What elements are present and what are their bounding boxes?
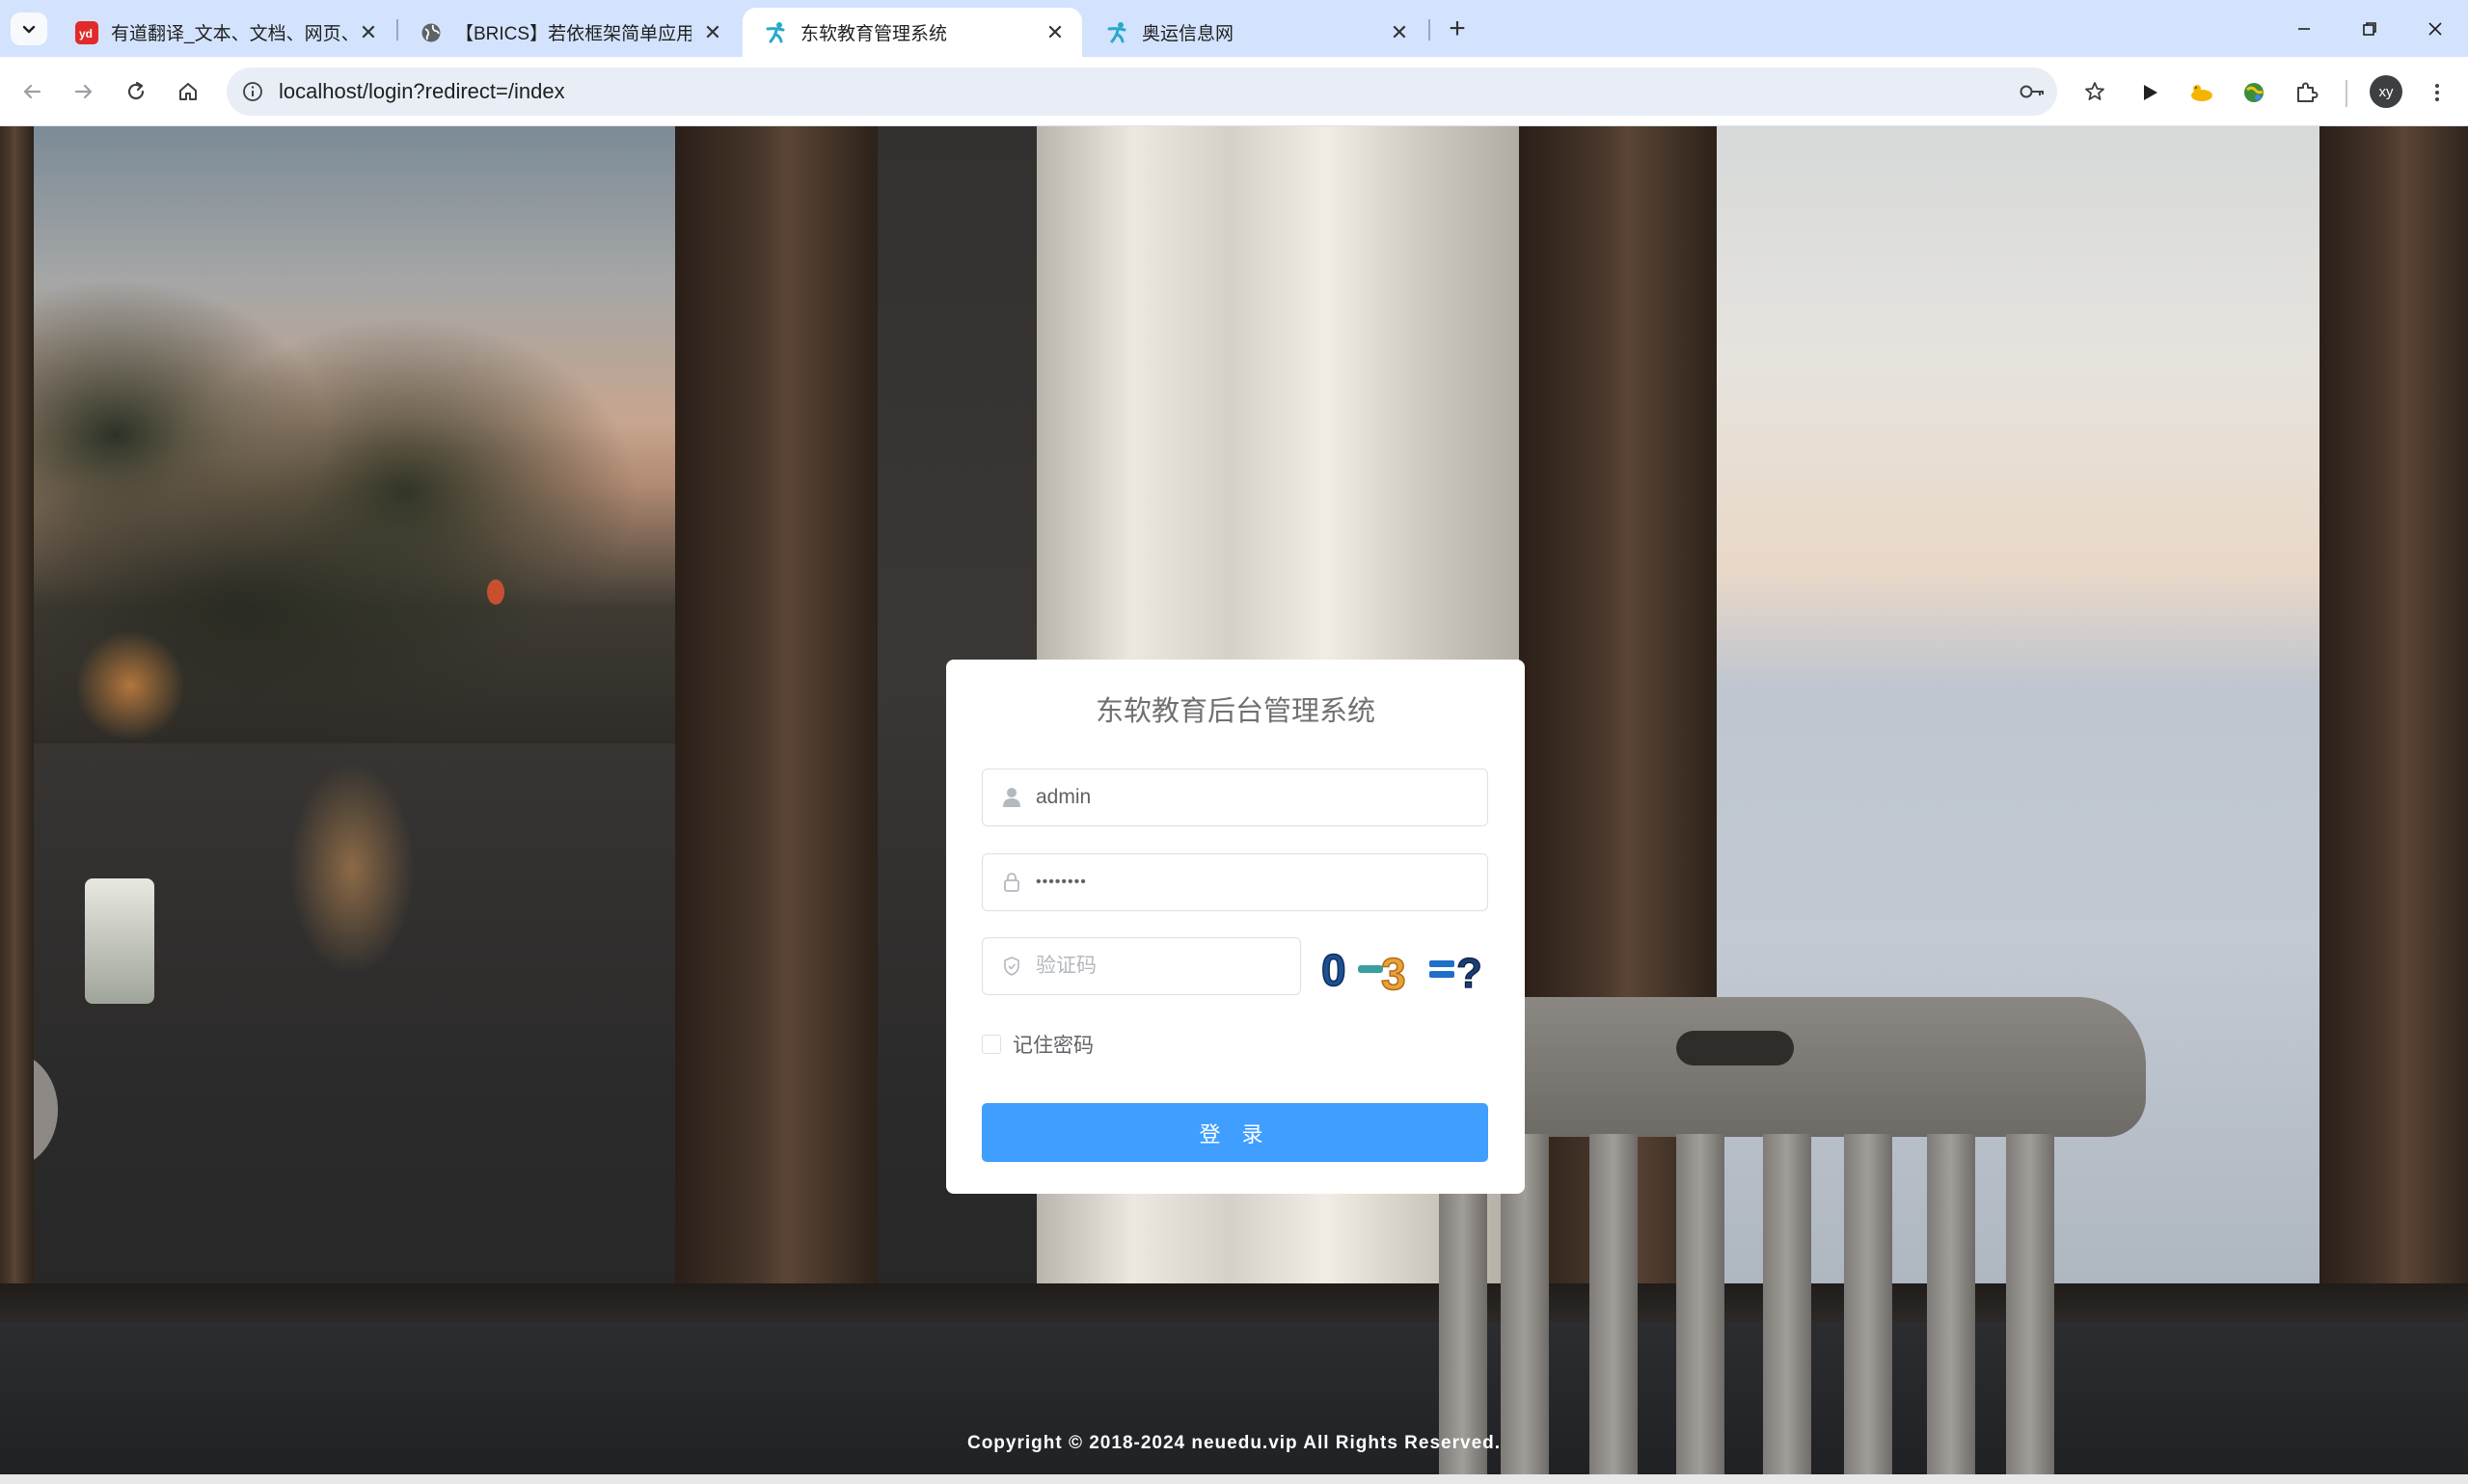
profile-avatar[interactable]: xy (2370, 75, 2402, 108)
svg-text:yd: yd (79, 27, 93, 40)
svg-text:3: 3 (1381, 949, 1406, 997)
site-info-icon[interactable] (238, 77, 267, 106)
tab-title: 奥运信息网 (1142, 24, 1234, 44)
close-icon[interactable]: ✕ (699, 19, 726, 46)
remember-label: 记住密码 (1013, 1035, 1094, 1057)
url-text[interactable]: localhost/login?redirect=/index (279, 67, 565, 116)
shield-icon (1000, 955, 1023, 978)
close-icon[interactable]: ✕ (1386, 19, 1413, 46)
window-frame (675, 126, 878, 1322)
background-light (77, 628, 183, 743)
tab-title: 【BRICS】若依框架简单应用 | (455, 24, 692, 44)
chair-slat (1927, 1134, 1975, 1474)
background-light (487, 580, 504, 605)
back-button[interactable] (12, 71, 52, 112)
toolbar-separator (2346, 80, 2347, 107)
extension-globe-icon[interactable] (2236, 74, 2272, 111)
username-value: admin (1036, 786, 1092, 808)
chevron-down-icon (22, 25, 36, 34)
chair-slat (1844, 1134, 1892, 1474)
login-button[interactable]: 登 录 (982, 1103, 1488, 1162)
window-frame (2319, 126, 2468, 1322)
user-icon (1000, 786, 1023, 809)
background-chair-reflection (289, 763, 415, 975)
password-field[interactable]: •••••••• (982, 853, 1488, 911)
address-bar[interactable]: localhost/login?redirect=/index (227, 67, 2104, 116)
new-tab-button[interactable]: + (1440, 12, 1475, 46)
captcha-image[interactable]: 0 3 ? (1319, 939, 1488, 1000)
tab-separator (1428, 19, 1430, 40)
tab-olympic[interactable]: 奥运信息网 ✕ (1084, 8, 1426, 57)
lock-icon (1000, 871, 1023, 894)
home-button[interactable] (168, 71, 208, 112)
globe-icon (419, 20, 444, 45)
copyright-footer: Copyright © 2018-2024 neuedu.vip All Rig… (966, 1433, 1502, 1453)
minimize-button[interactable] (2276, 0, 2332, 57)
captcha-graphic: 0 3 ? (1320, 944, 1482, 1000)
chair-slat (1589, 1134, 1638, 1474)
tab-title: 东软教育管理系统 (800, 24, 948, 44)
captcha-placeholder: 验证码 (1036, 955, 1097, 977)
neuedu-icon (1105, 20, 1130, 45)
extensions-puzzle-icon[interactable] (2288, 74, 2324, 111)
restore-icon (2363, 21, 2376, 36)
close-icon[interactable]: ✕ (1042, 19, 1069, 46)
browser-toolbar: localhost/login?redirect=/index xy (0, 57, 2468, 126)
close-icon (2428, 21, 2442, 36)
tab-youdao[interactable]: yd 有道翻译_文本、文档、网页、在 ✕ (53, 8, 395, 57)
password-value: •••••••• (1036, 874, 1087, 890)
youdao-icon: yd (74, 20, 99, 45)
home-icon (179, 83, 197, 100)
tab-neuedu-active[interactable]: 东软教育管理系统 ✕ (743, 8, 1082, 57)
login-page: 东软教育后台管理系统 admin •••••••• 验证码 0 3 ? 记住密码… (0, 126, 2468, 1474)
chair-slat (1676, 1134, 1724, 1474)
svg-text:?: ? (1456, 950, 1482, 997)
chair-slat (1763, 1134, 1811, 1474)
browser-tab-strip: yd 有道翻译_文本、文档、网页、在 ✕ 【BRICS】若依框架简单应用 | ✕… (0, 0, 2468, 57)
tab-search-button[interactable] (11, 13, 47, 45)
more-menu-icon[interactable] (2419, 74, 2455, 111)
close-window-button[interactable] (2407, 0, 2463, 57)
svg-text:0: 0 (1321, 945, 1346, 995)
background-cup (85, 878, 154, 1004)
star-icon[interactable] (2078, 75, 2111, 108)
remember-checkbox[interactable] (982, 1035, 1001, 1054)
reload-icon (127, 81, 145, 100)
username-field[interactable]: admin (982, 769, 1488, 826)
captcha-field[interactable]: 验证码 (982, 937, 1301, 995)
forward-button[interactable] (64, 71, 104, 112)
login-title: 东软教育后台管理系统 (1095, 696, 1375, 727)
window-sill (0, 1283, 2468, 1322)
login-form: 东软教育后台管理系统 admin •••••••• 验证码 0 3 ? 记住密码… (946, 660, 1525, 1194)
tab-title: 有道翻译_文本、文档、网页、在 (111, 24, 347, 44)
minimize-icon (2298, 27, 2310, 30)
chair-handle (1676, 1031, 1794, 1066)
extension-cat-icon[interactable] (2183, 74, 2220, 111)
window-frame (0, 126, 34, 1322)
play-icon[interactable] (2131, 74, 2168, 111)
chair-slat (2006, 1134, 2054, 1474)
key-icon[interactable] (2016, 75, 2048, 108)
arrow-left-icon (23, 84, 41, 99)
neuedu-icon (764, 20, 789, 45)
restore-button[interactable] (2342, 0, 2398, 57)
tab-brics[interactable]: 【BRICS】若依框架简单应用 | ✕ (397, 8, 740, 57)
remember-password[interactable]: 记住密码 (982, 1030, 1094, 1059)
status-bar (0, 1474, 2468, 1484)
arrow-right-icon (74, 84, 93, 99)
close-icon[interactable]: ✕ (355, 19, 382, 46)
reload-button[interactable] (116, 71, 156, 112)
